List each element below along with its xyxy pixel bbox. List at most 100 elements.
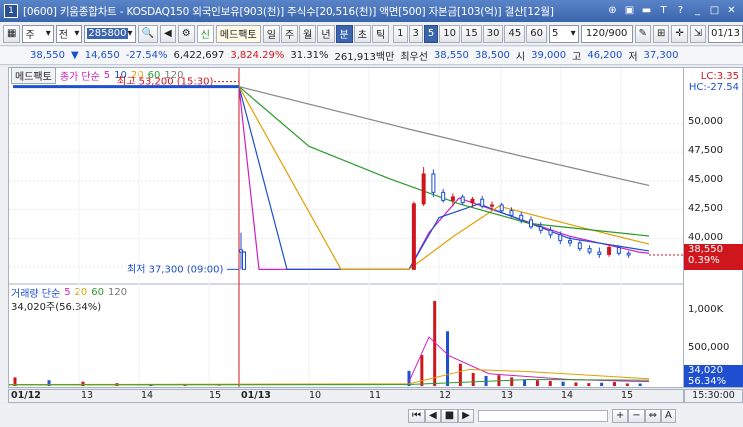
- candle-body-10: [489, 204, 494, 207]
- mode-select[interactable]: 전 ▾: [55, 24, 83, 43]
- time-scrollbar[interactable]: [477, 409, 608, 422]
- x-tick-7: 12: [439, 390, 452, 401]
- tick-42500: 42,500: [688, 203, 723, 214]
- candle-body-4: [431, 173, 436, 193]
- grid-icon[interactable]: ▦: [3, 24, 21, 43]
- x-tick-2: 14: [141, 390, 154, 401]
- low-label: 저: [628, 52, 638, 63]
- x-tick-10: 15: [621, 390, 634, 401]
- zoom-in-icon[interactable]: +: [611, 408, 629, 423]
- period-button-0[interactable]: 일: [262, 24, 280, 43]
- down-arrow-icon: ▼: [71, 50, 79, 61]
- first-icon[interactable]: ⏮: [408, 408, 425, 423]
- pin-icon[interactable]: ▬: [639, 3, 654, 18]
- last-volume: 34,020: [688, 365, 723, 376]
- volume-bar-5: [183, 385, 187, 386]
- candle-body-17: [558, 234, 563, 242]
- candle-body-20: [587, 248, 592, 253]
- chart-toolbar: ▦ 주 ▾ 전 ▾ 285800 ▾ 🔍 ◀ ⚙ 신 메드팩토 일주월년분초틱 135…: [0, 22, 743, 46]
- stop-icon[interactable]: ■: [440, 408, 459, 423]
- top-icon[interactable]: T: [656, 3, 671, 18]
- candle-body-9: [480, 198, 485, 207]
- open-label: 시: [515, 52, 526, 63]
- candle-body-18: [568, 240, 573, 244]
- volume-bar-16: [523, 379, 527, 386]
- interval-button-7[interactable]: 60: [526, 24, 547, 43]
- lock-icon[interactable]: ▣: [622, 3, 637, 18]
- low-note: 최저 37,300 (09:00): [127, 263, 223, 275]
- candle-body-21: [597, 251, 602, 255]
- quote-amount: 261,913백만: [334, 52, 395, 63]
- next-icon[interactable]: ▶: [458, 408, 474, 423]
- minimize-icon[interactable]: _: [690, 3, 705, 18]
- period-button-1[interactable]: 주: [280, 24, 299, 43]
- quote-change-rate: -27.54%: [125, 50, 168, 61]
- volume-bar-20: [574, 382, 578, 386]
- candle-body-5: [441, 191, 446, 201]
- search-icon[interactable]: 🔍: [137, 24, 159, 43]
- time-readout: 15:30:00: [684, 389, 743, 403]
- date-input[interactable]: 01/13: [708, 24, 743, 43]
- volume-bar-19: [561, 381, 565, 386]
- interval-button-5[interactable]: 30: [482, 24, 504, 43]
- maximize-icon[interactable]: □: [707, 3, 722, 18]
- volume-bar-17: [535, 380, 539, 386]
- period-button-6[interactable]: 틱: [371, 24, 390, 43]
- period-button-4[interactable]: 분: [335, 24, 353, 43]
- sound-icon[interactable]: ◀: [160, 24, 176, 43]
- candle-chart[interactable]: 최고 53,200 (15:30) 최저 37,300 (09:00): [9, 68, 683, 387]
- quote-bar: 38,550 ▼ 14,650 -27.54% 6,422,697 3,824.…: [0, 47, 743, 65]
- high-note: 최고 53,200 (15:30): [117, 76, 213, 88]
- compare-icon[interactable]: ⊞: [653, 24, 670, 43]
- candle-body-23: [616, 247, 621, 254]
- interval-button-2[interactable]: 5: [423, 24, 439, 43]
- settings-icon[interactable]: ⚙: [177, 24, 195, 43]
- candle-body-3: [421, 173, 426, 205]
- interval-button-1[interactable]: 3: [408, 24, 423, 43]
- x-tick-6: 11: [369, 390, 382, 401]
- link-icon[interactable]: ⊕: [605, 3, 620, 18]
- zoom-out-icon[interactable]: −: [628, 408, 645, 423]
- candle-body-6: [450, 196, 455, 201]
- prev-icon[interactable]: ◀: [425, 408, 441, 423]
- ma5-line: [238, 86, 650, 270]
- font-icon[interactable]: A: [661, 408, 676, 423]
- interval-buttons: 1 3 5 10 15 30 45 60: [393, 24, 547, 43]
- help-icon[interactable]: ?: [673, 3, 688, 18]
- tick-50000: 50,000: [688, 116, 723, 127]
- count-input[interactable]: 120/900: [580, 24, 633, 43]
- lc-label: LC:3.35: [700, 71, 739, 82]
- time-axis: 01/12 13 14 15 01/13 10 11 12 13 14 15: [8, 389, 684, 403]
- vol-ma20-line: [9, 368, 650, 386]
- period-button-3[interactable]: 년: [317, 24, 335, 43]
- x-tick-3: 15: [209, 390, 222, 401]
- period-button-5[interactable]: 초: [353, 24, 371, 43]
- period-button-2[interactable]: 월: [299, 24, 317, 43]
- type-select[interactable]: 주 ▾: [22, 24, 54, 43]
- close-icon[interactable]: ✕: [724, 3, 739, 18]
- vol-tick-1000k: 1,000K: [688, 304, 724, 315]
- interval-button-0[interactable]: 1: [393, 24, 408, 43]
- volume-bar-25: [638, 383, 642, 386]
- interval-button-6[interactable]: 45: [504, 24, 526, 43]
- fit-icon[interactable]: ⇔: [644, 408, 662, 423]
- candle-body-11: [499, 204, 504, 212]
- code-input[interactable]: 285800 ▾: [84, 24, 136, 43]
- chart-area[interactable]: 메드팩토 종가 단순 5 10 20 60 120 거래량 단순 5 20 60…: [8, 67, 684, 388]
- x-tick-1: 13: [81, 390, 94, 401]
- tick-47500: 47,500: [688, 145, 723, 156]
- interval-button-4[interactable]: 15: [461, 24, 482, 43]
- export-icon[interactable]: ⇲: [689, 24, 707, 43]
- candle-body-19: [577, 242, 582, 250]
- cross-icon[interactable]: ✛: [671, 24, 688, 43]
- bottom-bar: ⏮ ◀ ■ ▶ + − ⇔ A: [0, 404, 743, 427]
- volume-bar-18: [548, 380, 552, 386]
- tick-40000: 40,000: [688, 232, 723, 243]
- quote-volume-ratio: 3,824.29%: [230, 50, 285, 61]
- draw-icon[interactable]: ✎: [634, 24, 651, 43]
- interval-button-3[interactable]: 10: [439, 24, 460, 43]
- count-select[interactable]: 5 ▾: [548, 24, 579, 43]
- high-label: 고: [572, 52, 582, 63]
- candle-body-14: [529, 219, 533, 228]
- title-bar: 1 [0600] 키움종합차트 - KOSDAQ150 외국인보유[903(천)…: [0, 0, 743, 22]
